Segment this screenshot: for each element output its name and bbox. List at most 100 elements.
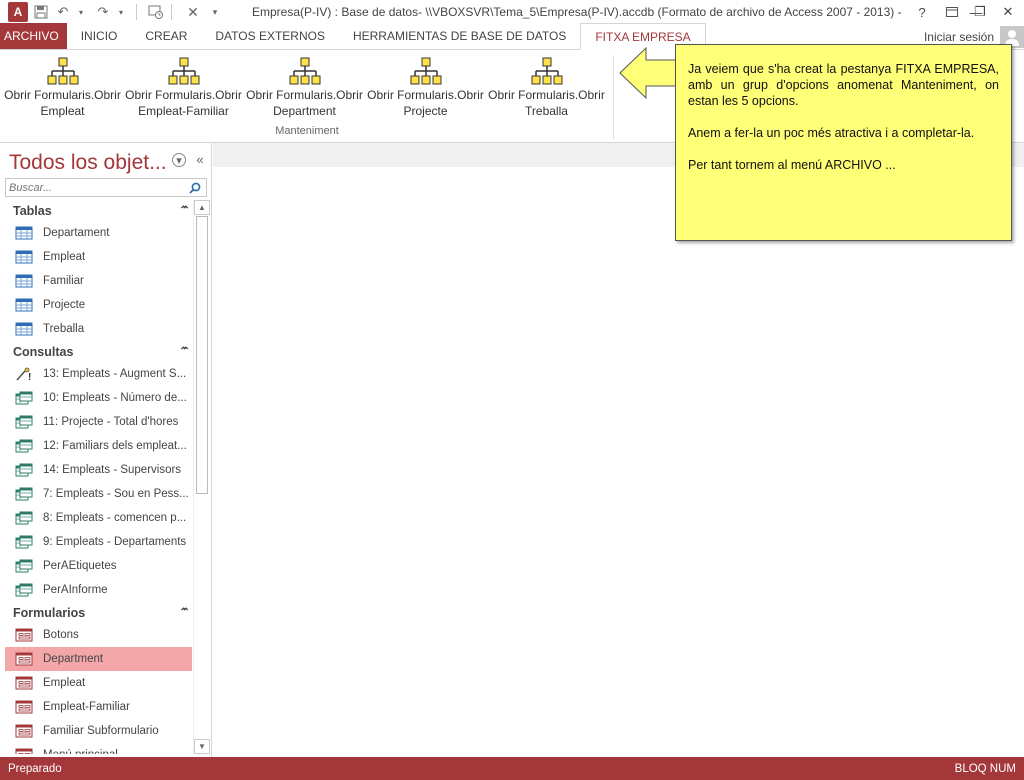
sign-in-link[interactable]: Iniciar sesión	[924, 30, 994, 44]
collapse-section-icon[interactable]: ⌃⌃	[179, 346, 189, 356]
query-icon	[15, 391, 33, 405]
tab-herramientas[interactable]: HERRAMIENTAS DE BASE DE DATOS	[339, 23, 580, 49]
nav-section-header[interactable]: Consultas ⌃⌃	[5, 341, 192, 362]
table-icon	[15, 298, 33, 312]
redo-icon[interactable]: ↷	[94, 2, 112, 22]
nav-object-item[interactable]: 12: Familiars dels empleat...	[5, 434, 192, 458]
restore-button[interactable]: ❐	[968, 2, 992, 22]
qat-dropdown-icon[interactable]: ▾	[206, 2, 224, 22]
tab-crear[interactable]: CREAR	[131, 23, 201, 49]
nav-object-item[interactable]: PerAInforme	[5, 578, 192, 602]
scroll-down-icon[interactable]: ▼	[194, 739, 210, 754]
search-icon[interactable]	[186, 179, 204, 196]
callout-paragraph: Anem a fer-la un poc més atractiva i a c…	[688, 126, 975, 140]
button-label: Obrir Formularis.Obrir	[4, 88, 121, 102]
nav-section-label: Formularios	[13, 605, 86, 620]
form-icon	[15, 748, 33, 754]
tab-archivo[interactable]: ARCHIVO	[0, 23, 67, 49]
query-icon	[15, 559, 33, 573]
nav-object-label: Empleat-Familiar	[43, 701, 130, 713]
collapse-section-icon[interactable]: ⌃⌃	[179, 607, 189, 617]
form-icon	[15, 652, 33, 666]
nav-object-label: 12: Familiars dels empleat...	[43, 440, 187, 452]
nav-object-item[interactable]: Menú principal	[5, 743, 192, 754]
close-button[interactable]: ✕	[996, 2, 1020, 22]
form-hierarchy-icon	[531, 57, 562, 85]
status-bar: Preparado BLOQ NUM	[0, 757, 1024, 780]
collapse-section-icon[interactable]: ⌃⌃	[179, 205, 189, 215]
button-label: Obrir Formularis.Obrir	[246, 88, 363, 102]
undo-icon[interactable]: ↶	[54, 2, 72, 22]
nav-object-label: 13: Empleats - Augment S...	[43, 368, 187, 380]
obrir-department-button[interactable]: Obrir Formularis.Obrir Department	[244, 55, 365, 127]
button-label: Obrir Formularis.Obrir	[488, 88, 605, 102]
nav-object-item[interactable]: 9: Empleats - Departaments	[5, 530, 192, 554]
nav-object-item[interactable]: Familiar Subformulario	[5, 719, 192, 743]
navigation-pane: Todos los objet... ▾ « Tablas ⌃⌃ Departame…	[0, 143, 212, 757]
form-hierarchy-icon	[410, 57, 441, 85]
nav-object-label: Empleat	[43, 251, 86, 263]
tab-datos-externos[interactable]: DATOS EXTERNOS	[201, 23, 339, 49]
nav-object-item[interactable]: Departament	[5, 221, 192, 245]
nav-object-item[interactable]: 14: Empleats - Supervisors	[5, 458, 192, 482]
scrollbar-thumb[interactable]	[196, 216, 208, 494]
search-input[interactable]	[6, 181, 186, 194]
nav-object-item[interactable]: ! 13: Empleats - Augment S...	[5, 362, 192, 386]
nav-section-header[interactable]: Formularios ⌃⌃	[5, 602, 192, 623]
nav-object-item[interactable]: Botons	[5, 623, 192, 647]
query-icon	[15, 583, 33, 597]
tab-inicio[interactable]: INICIO	[67, 23, 132, 49]
nav-object-label: PerAInforme	[43, 584, 108, 596]
nav-object-item[interactable]: Treballa	[5, 317, 192, 341]
nav-object-item[interactable]: PerAEtiquetes	[5, 554, 192, 578]
table-icon	[15, 322, 33, 336]
nav-menu-dropdown-icon[interactable]: ▾	[172, 153, 186, 167]
form-hierarchy-icon	[47, 57, 78, 85]
nav-object-label: Empleat	[43, 677, 86, 689]
svg-text:!: !	[28, 372, 31, 381]
ribbon-display-options-icon[interactable]	[940, 2, 964, 22]
nav-object-item[interactable]: Empleat	[5, 671, 192, 695]
redo-dropdown-icon[interactable]: ▾	[112, 2, 130, 22]
obrir-empleat-button[interactable]: Obrir Formularis.Obrir Empleat	[2, 55, 123, 127]
nav-object-label: Menú principal	[43, 749, 118, 754]
toolbar-separator	[136, 4, 137, 20]
callout-note: Ja veiem que s'ha creat la pestanya FITX…	[675, 44, 1012, 241]
nav-object-item[interactable]: 8: Empleats - comencen p...	[5, 506, 192, 530]
customize-toolbar-icon[interactable]	[147, 2, 165, 22]
form-hierarchy-icon	[289, 57, 320, 85]
work-area	[213, 167, 1024, 757]
nav-object-label: Department	[43, 653, 104, 665]
nav-object-item[interactable]: Projecte	[5, 293, 192, 317]
undo-dropdown-icon[interactable]: ▾	[72, 2, 90, 22]
nav-object-item[interactable]: 7: Empleats - Sou en Pess...	[5, 482, 192, 506]
collapse-nav-icon[interactable]: «	[192, 151, 208, 167]
nav-object-item[interactable]: Familiar	[5, 269, 192, 293]
obrir-treballa-button[interactable]: Obrir Formularis.Obrir Treballa	[486, 55, 607, 127]
nav-section-header[interactable]: Tablas ⌃⌃	[5, 200, 192, 221]
obrir-empleat-familiar-button[interactable]: Obrir Formularis.Obrir Empleat-Familiar	[123, 55, 244, 127]
nav-object-label: 10: Empleats - Número de...	[43, 392, 187, 404]
form-icon	[15, 700, 33, 714]
access-app-icon[interactable]: A	[8, 2, 28, 22]
nav-object-item[interactable]: Empleat	[5, 245, 192, 269]
nav-pane-title[interactable]: Todos los objet...	[9, 151, 169, 175]
nav-object-label: Botons	[43, 629, 79, 641]
nav-object-item[interactable]: 10: Empleats - Número de...	[5, 386, 192, 410]
obrir-projecte-button[interactable]: Obrir Formularis.Obrir Projecte	[365, 55, 486, 127]
nav-object-item[interactable]: 11: Projecte - Total d'hores	[5, 410, 192, 434]
nav-object-item[interactable]: Empleat-Familiar	[5, 695, 192, 719]
scroll-up-icon[interactable]: ▲	[194, 200, 210, 215]
help-button[interactable]: ?	[910, 2, 934, 22]
table-icon	[15, 250, 33, 264]
ribbon-group-label: Manteniment	[275, 125, 339, 137]
nav-object-item[interactable]: Department	[5, 647, 192, 671]
title-bar: A ↶ ▾ ↷ ▾ ✕ ▾ Empresa(P-IV) : Base de da…	[0, 0, 1024, 24]
nav-object-label: 9: Empleats - Departaments	[43, 536, 187, 548]
save-icon[interactable]	[32, 2, 50, 22]
close-object-icon[interactable]: ✕	[184, 2, 202, 22]
nav-scrollbar[interactable]: ▲ ▼	[193, 200, 210, 754]
callout-arrow	[619, 46, 679, 100]
quick-access-toolbar: A ↶ ▾ ↷ ▾ ✕ ▾	[0, 0, 224, 24]
toolbar-separator	[171, 4, 172, 20]
